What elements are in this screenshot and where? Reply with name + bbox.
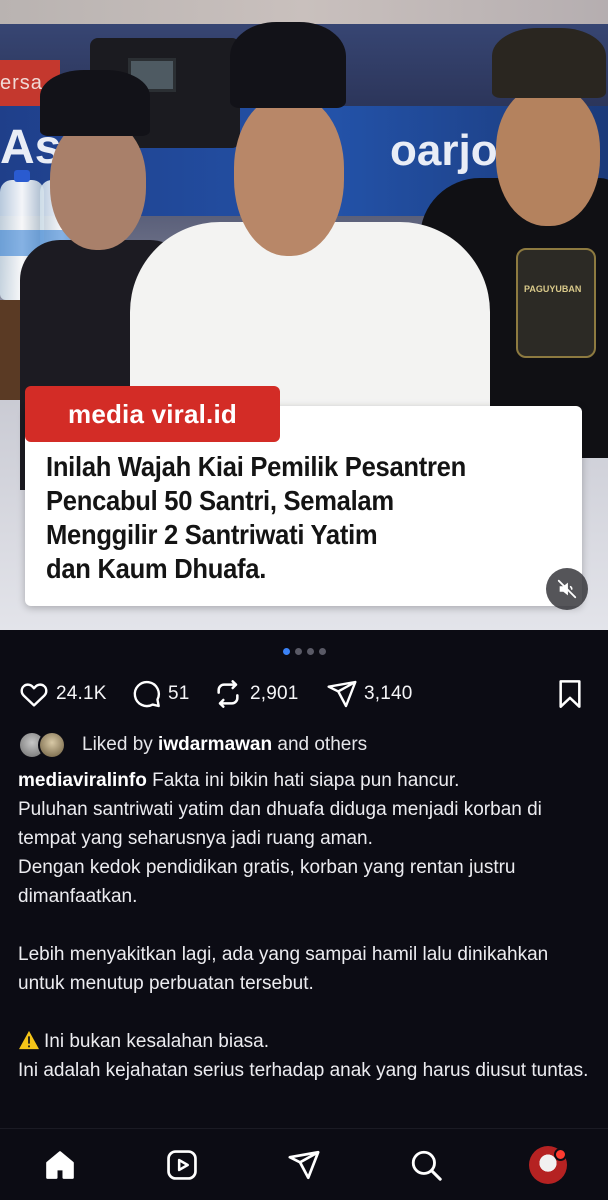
brand-label: media viral.id — [25, 386, 280, 442]
like-button[interactable]: 24.1K — [18, 676, 107, 712]
caption-warning-text: Ini bukan kesalahan biasa. — [44, 1031, 269, 1052]
comment-count: 51 — [168, 683, 190, 704]
repost-count: 2,901 — [250, 683, 299, 704]
warning-icon — [19, 1030, 39, 1050]
caption-username[interactable]: mediaviralinfo — [18, 770, 147, 791]
liker-avatars — [18, 731, 74, 759]
bookmark-icon — [559, 680, 581, 708]
repost-button[interactable]: 2,901 — [212, 676, 299, 712]
search-icon — [411, 1150, 442, 1181]
nav-messages[interactable] — [284, 1145, 324, 1185]
profile-avatar — [529, 1146, 567, 1184]
send-icon — [327, 680, 357, 708]
headline-text: Inilah Wajah Kiai Pemilik Pesantren Penc… — [46, 450, 539, 586]
shirt-badge: PAGUYUBAN — [516, 248, 596, 358]
post-caption: mediaviralinfo Fakta ini bikin hati siap… — [18, 766, 593, 1085]
caption-line: Ini adalah kejahatan serius terhadap ana… — [18, 1060, 589, 1081]
backdrop-text-left: ersa — [0, 72, 43, 94]
caption-paragraph: Lebih menyakitkan lagi, ada yang sampai … — [18, 944, 549, 994]
heart-icon — [20, 683, 48, 707]
badge-text: PAGUYUBAN — [524, 284, 582, 294]
brand-label-text: media viral.id — [68, 398, 237, 429]
speaker-muted-icon — [557, 579, 577, 599]
reels-icon — [167, 1150, 197, 1180]
home-icon — [46, 1151, 74, 1179]
caption-line: Dengan kedok pendidikan gratis, korban y… — [18, 857, 516, 907]
avatar — [38, 731, 66, 759]
nav-reels[interactable] — [162, 1145, 202, 1185]
liked-by-username[interactable]: iwdarmawan — [158, 734, 272, 755]
liked-by-row[interactable]: Liked by iwdarmawan and others — [18, 730, 367, 760]
headline-line: Inilah Wajah Kiai Pemilik Pesantren — [46, 451, 466, 482]
caption-warning-line: Ini bukan kesalahan biasa. — [18, 1027, 593, 1056]
caption-text: Fakta ini bikin hati siapa pun hancur. — [146, 770, 460, 791]
liked-by-suffix: and others — [272, 734, 368, 755]
nav-profile[interactable] — [528, 1145, 568, 1185]
save-button[interactable] — [554, 676, 586, 712]
carousel-indicator — [0, 648, 608, 655]
liked-by-text: Liked by iwdarmawan and others — [82, 734, 367, 756]
caption-line: Puluhan santriwati yatim dan dhuafa didu… — [18, 799, 542, 849]
action-bar: 24.1K 51 2,901 3,140 — [18, 676, 590, 712]
carousel-dot — [294, 648, 302, 655]
headline-line: Menggilir 2 Santriwati Yatim — [46, 519, 378, 550]
bottom-nav — [0, 1128, 608, 1200]
like-count: 24.1K — [56, 683, 107, 704]
carousel-dot — [306, 648, 314, 655]
share-button[interactable]: 3,140 — [326, 676, 413, 712]
comment-icon — [133, 680, 161, 708]
share-count: 3,140 — [364, 683, 413, 704]
liked-by-prefix: Liked by — [82, 734, 159, 755]
caption-first-line: mediaviralinfo Fakta ini bikin hati siap… — [18, 766, 593, 795]
repost-icon — [217, 680, 239, 708]
headline-line: dan Kaum Dhuafa. — [46, 553, 267, 584]
nav-search[interactable] — [406, 1145, 446, 1185]
carousel-dot-active — [282, 648, 290, 655]
comment-button[interactable]: 51 — [130, 676, 190, 712]
image-top-band — [0, 0, 608, 24]
headline-line: Pencabul 50 Santri, Semalam — [46, 485, 394, 516]
carousel-dot — [318, 648, 326, 655]
mute-button[interactable] — [546, 568, 588, 610]
nav-home[interactable] — [40, 1145, 80, 1185]
send-icon — [288, 1150, 320, 1180]
